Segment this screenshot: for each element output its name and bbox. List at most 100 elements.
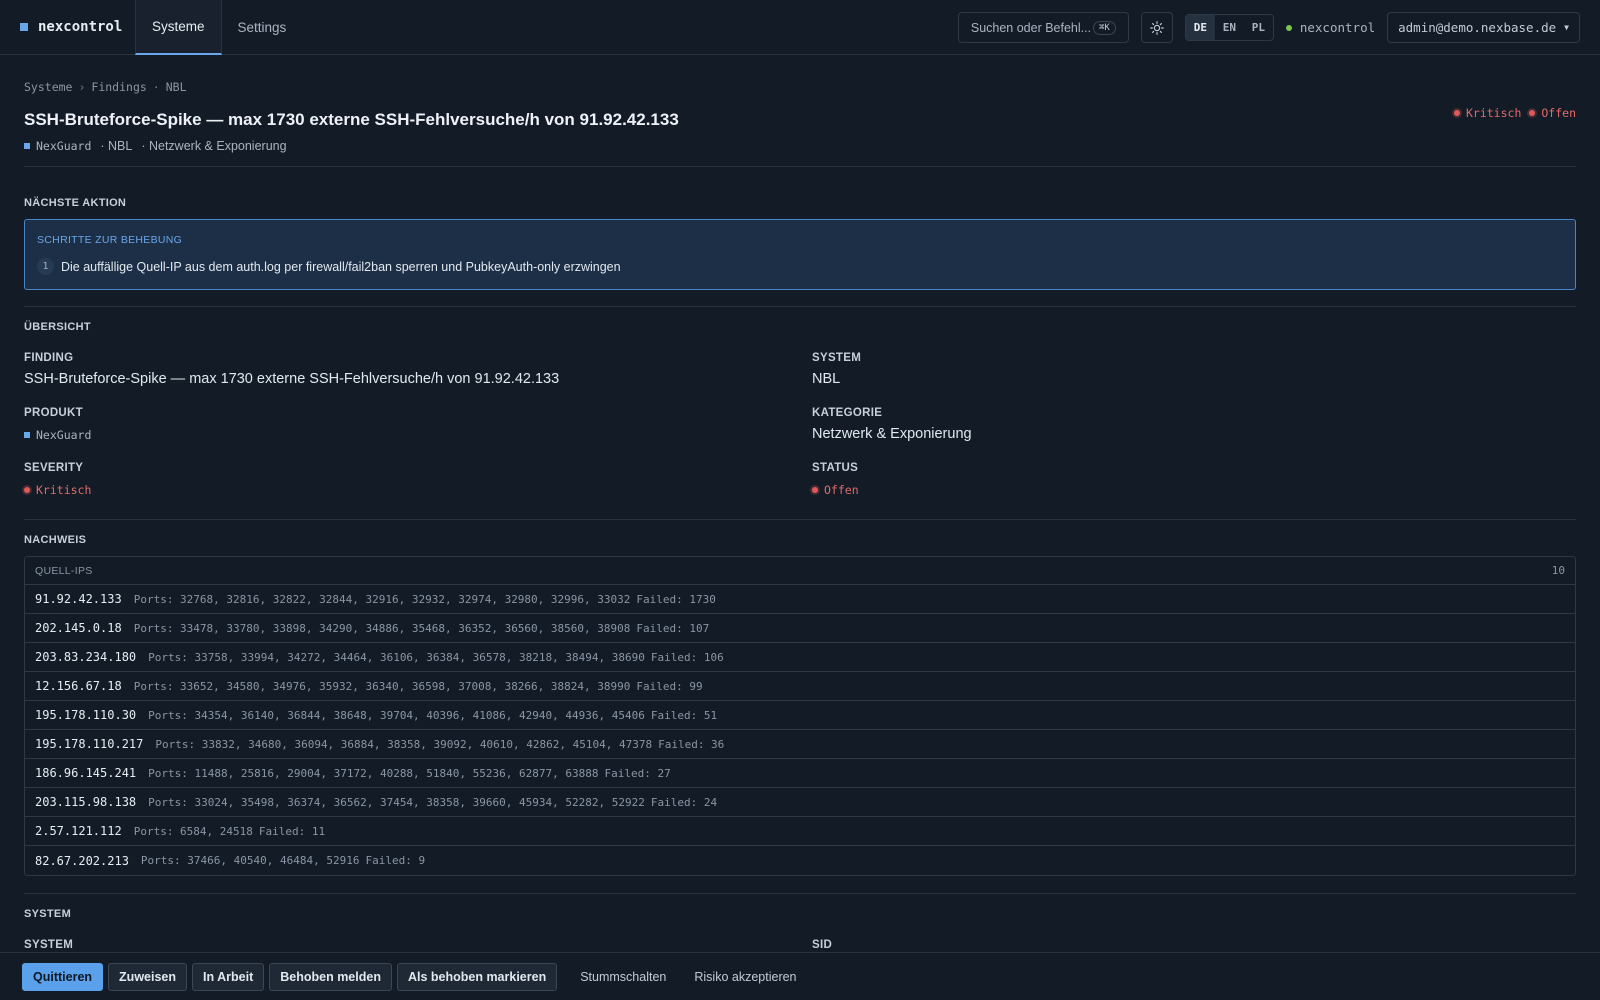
in-progress-button[interactable]: In Arbeit bbox=[192, 962, 265, 991]
breadcrumb-separator: › bbox=[78, 80, 86, 94]
field-severity: SEVERITY Kritisch bbox=[24, 462, 812, 517]
breadcrumb-item-systeme[interactable]: Systeme bbox=[24, 80, 72, 94]
port-list: Ports: 6584, 24518 bbox=[133, 824, 253, 838]
port-list: Ports: 33758, 33994, 34272, 34464, 36106… bbox=[148, 650, 645, 664]
meta-system: · NBL bbox=[100, 139, 133, 153]
failed-count: Failed: 107 bbox=[636, 621, 710, 635]
failed-count: Failed: 1730 bbox=[636, 592, 716, 606]
port-list: Ports: 33024, 35498, 36374, 36562, 37454… bbox=[148, 795, 645, 809]
step-text: Die auffällige Quell-IP aus dem auth.log… bbox=[61, 259, 621, 274]
finding-meta: NexGuard · NBL · Netzwerk & Exponierung bbox=[24, 139, 1576, 153]
product-name: NexGuard bbox=[36, 428, 92, 442]
table-header: QUELL-IPS 10 bbox=[25, 557, 1575, 585]
field-label: STATUS bbox=[812, 462, 859, 474]
next-action-heading: NÄCHSTE AKTION bbox=[24, 197, 127, 209]
field-system: SYSTEM NBL bbox=[812, 352, 1576, 407]
field-label: KATEGORIE bbox=[812, 407, 883, 419]
lang-pl-button[interactable]: PL bbox=[1244, 15, 1273, 40]
severity-badge-label: Kritisch bbox=[1465, 106, 1522, 120]
table-row: 12.156.67.18 Ports: 33652, 34580, 34976, … bbox=[25, 672, 1575, 701]
field-value: SSH-Bruteforce-Spike — max 1730 externe … bbox=[24, 371, 560, 387]
search-shortcut-badge: ⌘K bbox=[1093, 20, 1116, 35]
product-name: NexGuard bbox=[36, 139, 92, 153]
port-list: Ports: 33478, 33780, 33898, 34290, 34886… bbox=[133, 621, 631, 635]
search-placeholder: Suchen oder Befehl... bbox=[970, 20, 1092, 35]
table-body: 91.92.42.133 Ports: 32768, 32816, 32822, … bbox=[25, 585, 1575, 875]
breadcrumb-separator: · bbox=[152, 80, 160, 94]
theme-toggle-button[interactable] bbox=[1140, 12, 1173, 43]
field-label: PRODUKT bbox=[24, 407, 83, 419]
step-number: 1 bbox=[37, 258, 54, 275]
lang-de-button[interactable]: DE bbox=[1185, 15, 1215, 40]
source-ip: 91.92.42.133 bbox=[35, 592, 122, 606]
acknowledge-button[interactable]: Quittieren bbox=[22, 962, 104, 991]
severity-dot-icon bbox=[24, 487, 30, 493]
source-ip: 202.145.0.18 bbox=[35, 621, 122, 635]
brand[interactable]: nexcontrol bbox=[0, 0, 135, 55]
action-bar: Quittieren Zuweisen In Arbeit Behoben me… bbox=[0, 952, 1600, 1000]
overview-heading: ÜBERSICHT bbox=[24, 321, 91, 333]
breadcrumb-item-findings[interactable]: Findings bbox=[91, 80, 146, 94]
field-product: PRODUKT NexGuard bbox=[24, 407, 812, 462]
tab-settings[interactable]: Settings bbox=[222, 0, 303, 55]
page-title: SSH-Bruteforce-Spike — max 1730 externe … bbox=[24, 110, 679, 129]
source-ip: 195.178.110.30 bbox=[35, 708, 137, 722]
source-ip: 2.57.121.112 bbox=[35, 824, 122, 838]
main-content: Systeme › Findings · NBL SSH-Bruteforce-Spik… bbox=[24, 55, 1576, 951]
source-ip: 203.115.98.138 bbox=[35, 795, 137, 809]
failed-count: Failed: 99 bbox=[636, 679, 703, 693]
overview-grid: FINDING SSH-Bruteforce-Spike — max 1730 … bbox=[24, 352, 1576, 517]
source-ip-table: QUELL-IPS 10 91.92.42.133 Ports: 32768, 3… bbox=[24, 556, 1576, 876]
tenant-indicator: nexcontrol bbox=[1285, 20, 1375, 35]
field-value: Netzwerk & Exponierung bbox=[812, 426, 972, 442]
brand-name: nexcontrol bbox=[38, 19, 123, 35]
field-value: NBL bbox=[812, 371, 841, 387]
header-badges: Kritisch Offen bbox=[1453, 106, 1576, 120]
failed-count: Failed: 24 bbox=[650, 795, 718, 809]
severity-badge: Kritisch bbox=[1453, 106, 1522, 120]
field-value: Offen bbox=[812, 481, 1576, 497]
remediation-box: SCHRITTE ZUR BEHEBUNG 1 Die auffällige Q… bbox=[24, 219, 1576, 290]
top-right-controls: Suchen oder Befehl... ⌘K DE EN PL nexcon… bbox=[957, 12, 1580, 43]
mark-fixed-button[interactable]: Als behoben markieren bbox=[396, 962, 558, 991]
status-label: Offen bbox=[824, 483, 859, 497]
table-count: 10 bbox=[1551, 564, 1565, 577]
assign-button[interactable]: Zuweisen bbox=[108, 962, 188, 991]
source-ip: 203.83.234.180 bbox=[35, 650, 137, 664]
field-label: SYSTEM bbox=[812, 352, 862, 364]
breadcrumb-item-nbl: NBL bbox=[165, 80, 187, 94]
port-list: Ports: 34354, 36140, 36844, 38648, 39704… bbox=[148, 708, 645, 722]
severity-badge: Kritisch bbox=[24, 483, 91, 497]
status-badge-label: Offen bbox=[1541, 106, 1576, 120]
port-list: Ports: 33652, 34580, 34976, 35932, 36340… bbox=[133, 679, 631, 693]
status-badge: Offen bbox=[812, 483, 859, 497]
remediation-heading: SCHRITTE ZUR BEHEBUNG bbox=[37, 234, 183, 246]
divider bbox=[24, 166, 1576, 167]
severity-label: Kritisch bbox=[36, 483, 92, 497]
product-square-icon bbox=[24, 143, 30, 149]
source-ip: 195.178.110.217 bbox=[35, 737, 144, 751]
product-tag: NexGuard bbox=[24, 139, 91, 153]
failed-count: Failed: 11 bbox=[258, 824, 326, 838]
lang-en-button[interactable]: EN bbox=[1215, 15, 1244, 40]
failed-count: Failed: 106 bbox=[650, 650, 724, 664]
sun-icon bbox=[1150, 20, 1164, 35]
user-menu-button[interactable]: admin@demo.nexbase.de ▼ bbox=[1387, 12, 1580, 43]
mute-button[interactable]: Stummschalten bbox=[568, 963, 678, 991]
failed-count: Failed: 51 bbox=[650, 708, 718, 722]
product-tag: NexGuard bbox=[24, 428, 91, 442]
product-square-icon bbox=[24, 432, 30, 438]
tab-systeme[interactable]: Systeme bbox=[135, 0, 222, 55]
meta-category: · Netzwerk & Exponierung bbox=[141, 139, 287, 153]
report-fixed-button[interactable]: Behoben melden bbox=[269, 962, 392, 991]
search-input[interactable]: Suchen oder Befehl... ⌘K bbox=[957, 12, 1129, 43]
table-row: 195.178.110.217 Ports: 33832, 34680, 3609… bbox=[25, 730, 1575, 759]
evidence-heading: NACHWEIS bbox=[24, 534, 87, 546]
failed-count: Failed: 27 bbox=[604, 766, 671, 780]
table-row: 91.92.42.133 Ports: 32768, 32816, 32822, … bbox=[25, 585, 1575, 614]
status-dot-icon bbox=[1285, 24, 1292, 31]
sid-field-label: SID bbox=[812, 939, 833, 951]
divider bbox=[24, 519, 1576, 520]
field-label: SEVERITY bbox=[24, 462, 84, 474]
accept-risk-button[interactable]: Risiko akzeptieren bbox=[682, 963, 808, 991]
